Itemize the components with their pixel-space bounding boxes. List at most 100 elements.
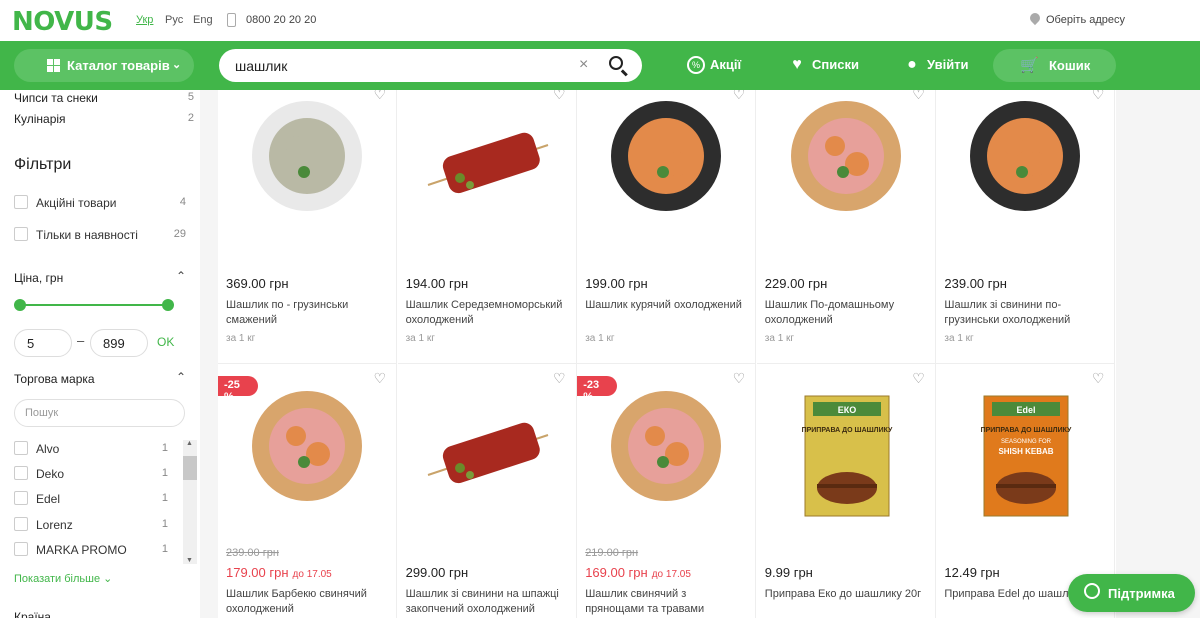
sale-until: до 17.05: [292, 569, 332, 580]
product-name[interactable]: Шашлик свинячий з прянощами та травами: [585, 587, 745, 617]
category-label: Чипси та снеки: [14, 91, 98, 105]
catalog-label: Каталог товарів: [67, 58, 170, 73]
checkbox[interactable]: [14, 227, 28, 241]
product-name[interactable]: Приправа Еко до шашлику 20г: [765, 587, 925, 602]
top-bar: NOVUS Укр Рус Eng 0800 20 20 20 Оберіть …: [0, 0, 1200, 41]
scrollbar-thumb[interactable]: [183, 456, 197, 480]
checkbox[interactable]: [14, 466, 28, 480]
brand-label: Alvo: [36, 442, 60, 456]
background-gutter: [1116, 90, 1200, 618]
chevron-up-icon[interactable]: ⌃: [176, 269, 186, 283]
product-card[interactable]: ♡ 369.00 грн Шашлик по - грузинськи смажен…: [218, 90, 397, 364]
support-button[interactable]: Підтримка: [1068, 574, 1195, 612]
show-more-link[interactable]: Показати більше ⌄: [14, 572, 112, 585]
lists-link[interactable]: Списки: [812, 57, 859, 72]
category-item[interactable]: Чипси та снеки 5: [14, 91, 194, 105]
location-pin-icon: [1027, 10, 1043, 26]
product-image[interactable]: [757, 90, 936, 240]
category-label: Кулінарія: [14, 112, 66, 126]
product-image[interactable]: Edel ПРИПРАВА ДО ШАШЛИКУ SEASONING FOR SHIS…: [936, 380, 1115, 530]
logo[interactable]: NOVUS: [12, 7, 113, 37]
sale-until: до 17.05: [651, 569, 691, 580]
packet-label-2: SEASONING FOR: [1001, 439, 1052, 445]
product-card[interactable]: ♡ 299.00 грн Шашлик зі свинини на шпажці з…: [397, 364, 577, 618]
brand-search-input[interactable]: Пошук: [14, 399, 185, 427]
heart-icon: ♥: [792, 56, 802, 73]
lang-rus[interactable]: Рус: [165, 14, 183, 26]
product-card[interactable]: ♡ 239.00 грн Шашлик зі свинини по-грузинсь…: [936, 90, 1116, 364]
sale-price: 169.00 грн до 17.05: [585, 565, 691, 580]
scroll-down-icon[interactable]: ▼: [186, 557, 193, 564]
category-item[interactable]: Кулінарія 2: [14, 112, 194, 126]
brand-list-scrollbar[interactable]: ▲ ▼: [183, 440, 197, 564]
checkbox[interactable]: [14, 491, 28, 505]
product-card[interactable]: ♡ 229.00 грн Шашлик По-домашньому охолодже…: [756, 90, 936, 364]
product-image[interactable]: [218, 90, 397, 240]
checkbox[interactable]: [14, 542, 28, 556]
price-title: Ціна, грн: [14, 271, 64, 285]
price-ok-button[interactable]: OK: [157, 335, 174, 349]
product-price: 369.00 грн: [226, 276, 289, 291]
product-card[interactable]: ♡ ЕКО ПРИПРАВА ДО ШАШЛИКУ 9.99 грн Приправа …: [756, 364, 936, 618]
brand-label: MARKA PROMO: [36, 543, 127, 557]
cart-button[interactable]: 🛒 Кошик: [993, 49, 1116, 82]
price-slider-track[interactable]: [20, 304, 168, 306]
background-gutter: [200, 90, 218, 618]
product-name[interactable]: Шашлик По-домашньому охолоджений: [765, 298, 925, 328]
product-name[interactable]: Шашлик Барбекю свинячий охолоджений: [226, 587, 386, 617]
clear-icon[interactable]: ×: [579, 56, 588, 74]
product-name[interactable]: Шашлик зі свинини по-грузинськи охолодже…: [944, 298, 1104, 328]
product-image[interactable]: [577, 380, 756, 530]
filters-sidebar: Чипси та снеки 5 Кулінарія 2 Фільтри Акц…: [0, 90, 200, 618]
chat-icon: [1084, 583, 1100, 599]
packet-brand: Edel: [1017, 405, 1036, 415]
product-name[interactable]: Шашлик зі свинини на шпажці закопчений о…: [406, 587, 566, 617]
product-image[interactable]: [398, 380, 577, 530]
product-price: 199.00 грн: [585, 276, 648, 291]
category-count: 2: [187, 112, 194, 124]
product-image[interactable]: [936, 90, 1115, 240]
product-image[interactable]: [398, 90, 577, 240]
search-box[interactable]: шашлик ×: [219, 49, 642, 82]
price-section-header[interactable]: Ціна, грн ⌃: [14, 269, 186, 285]
price-slider-min-handle[interactable]: [14, 299, 26, 311]
product-name[interactable]: Шашлик по - грузинськи смажений: [226, 298, 386, 328]
country-section-header[interactable]: Країна: [14, 610, 186, 618]
phone-number[interactable]: 0800 20 20 20: [246, 14, 316, 26]
brand-title: Торгова марка: [14, 372, 95, 386]
product-image[interactable]: [218, 380, 397, 530]
product-name[interactable]: Шашлик Середземноморський охолоджений: [406, 298, 566, 328]
price-slider-max-handle[interactable]: [162, 299, 174, 311]
product-image[interactable]: ЕКО ПРИПРАВА ДО ШАШЛИКУ: [757, 380, 936, 530]
select-address-link[interactable]: Оберіть адресу: [1046, 14, 1125, 26]
promo-link[interactable]: Акції: [710, 57, 741, 72]
product-card[interactable]: ♡ 199.00 грн Шашлик курячий охолоджений за …: [577, 90, 757, 364]
product-card[interactable]: ♡ 194.00 грн Шашлик Середземноморський охо…: [397, 90, 577, 364]
lang-eng[interactable]: Eng: [193, 14, 213, 26]
login-link[interactable]: Увійти: [927, 57, 969, 72]
chevron-up-icon[interactable]: ⌃: [176, 370, 186, 384]
brand-count: 1: [161, 543, 168, 555]
catalog-button[interactable]: Каталог товарів ⌄: [14, 49, 194, 82]
search-icon[interactable]: [609, 56, 623, 70]
product-card[interactable]: ♡ -25 % 239.00 грн 179.00 грн до 17.05 Шашлик…: [218, 364, 397, 618]
brand-count: 1: [161, 518, 168, 530]
old-price: 239.00 грн: [226, 547, 279, 559]
checkbox[interactable]: [14, 517, 28, 531]
checkbox[interactable]: [14, 195, 28, 209]
lang-ukr[interactable]: Укр: [136, 14, 153, 26]
chevron-down-icon: ⌄: [172, 59, 182, 71]
sale-price: 179.00 грн до 17.05: [226, 565, 332, 580]
price-min-input[interactable]: 5: [14, 329, 72, 357]
brand-section-header[interactable]: Торгова марка ⌃: [14, 370, 186, 386]
search-input[interactable]: шашлик: [235, 58, 287, 74]
packet-label-3: SHISH KEBAB: [999, 447, 1054, 456]
price-max-input[interactable]: 899: [90, 329, 148, 357]
product-unit: за 1 кг: [764, 333, 795, 344]
product-name[interactable]: Шашлик курячий охолоджений: [585, 298, 745, 313]
product-card[interactable]: ♡ -23 % 219.00 грн 169.00 грн до 17.05 Шашлик…: [577, 364, 757, 618]
cart-icon: 🛒: [1020, 57, 1039, 74]
product-image[interactable]: [577, 90, 756, 240]
scroll-up-icon[interactable]: ▲: [186, 440, 193, 447]
checkbox[interactable]: [14, 441, 28, 455]
